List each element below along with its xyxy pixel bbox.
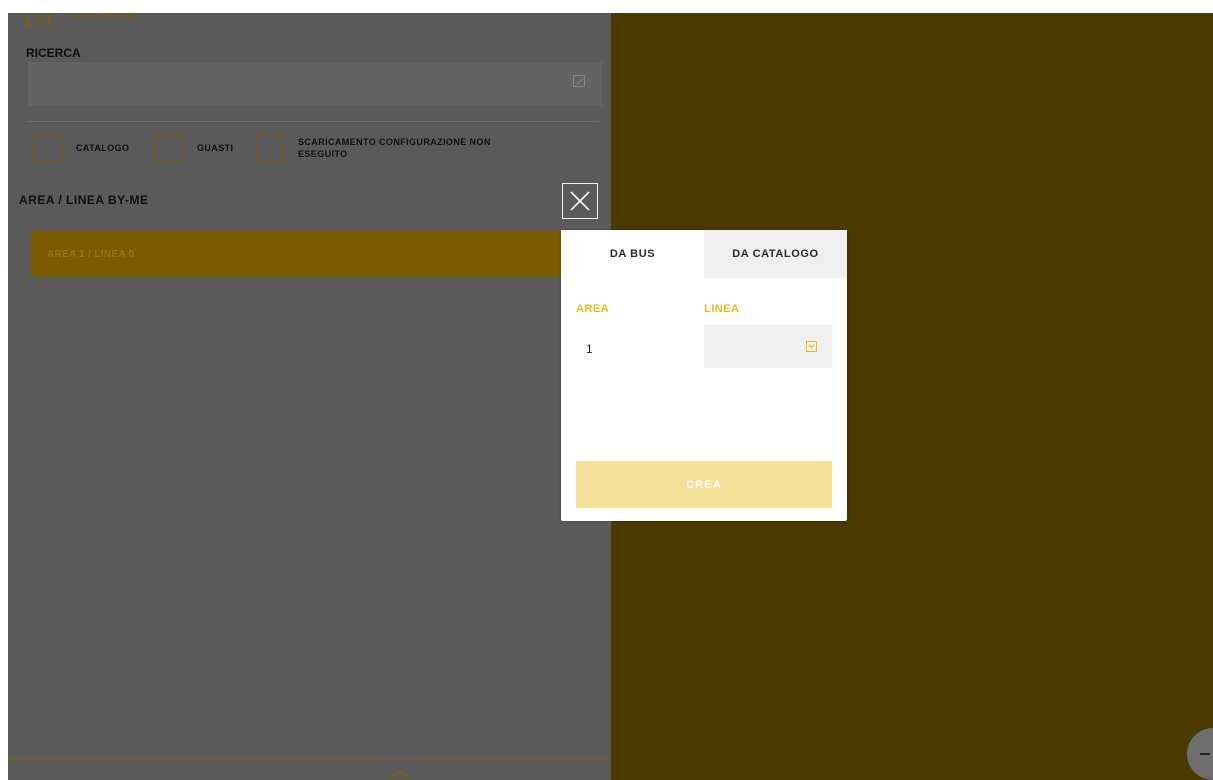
search-label: RICERCA: [26, 46, 81, 60]
house-name: CASA ROSSI: [70, 13, 135, 22]
filter-label-scaricamento: SCARICAMENTO CONFIGURAZIONE NON ESEGUITO: [298, 136, 491, 160]
house-location-icon: [26, 13, 50, 26]
filter-scaricamento[interactable]: SCARICAMENTO CONFIGURAZIONE NON ESEGUITO: [256, 134, 491, 162]
close-icon: [570, 191, 590, 211]
filter-catalogo[interactable]: CATALOGO: [34, 134, 129, 162]
close-button[interactable]: [562, 183, 598, 219]
bottom-divider: [8, 758, 611, 759]
section-title: AREA / LINEA BY-ME: [19, 193, 149, 207]
chevron-down-icon: [806, 341, 817, 352]
area-value: 1: [586, 342, 593, 356]
filter-label-catalogo: CATALOGO: [76, 143, 130, 153]
area-label: AREA: [576, 303, 610, 315]
list-item-label: AREA 1 / LINEA 0: [47, 248, 135, 260]
list-item[interactable]: AREA 1 / LINEA 0: [31, 231, 591, 277]
filter-label-line1: SCARICAMENTO CONFIGURAZIONE NON: [298, 137, 491, 147]
minus-icon: [1200, 753, 1210, 755]
linea-label: LINEA: [704, 303, 740, 315]
filter-checkbox[interactable]: [155, 134, 183, 162]
create-area-dialog: DA BUS DA CATALOGO AREA 1 LINEA CREA: [561, 230, 847, 521]
linea-select[interactable]: [704, 325, 832, 368]
tab-da-catalogo[interactable]: DA CATALOGO: [704, 230, 847, 278]
filter-label-guasti: GUASTI: [197, 143, 234, 153]
sidebar-panel: CASA ROSSI RICERCA CATALOGO GUASTI SCARI…: [8, 13, 611, 780]
tab-da-bus[interactable]: DA BUS: [561, 230, 704, 278]
filter-checkbox[interactable]: [34, 134, 62, 162]
filter-guasti[interactable]: GUASTI: [155, 134, 233, 162]
edit-icon[interactable]: [573, 75, 585, 87]
filter-label-line2: ESEGUITO: [298, 149, 348, 159]
filter-checkbox[interactable]: [256, 134, 284, 162]
top-strip: [0, 0, 1213, 13]
create-button[interactable]: CREA: [576, 461, 832, 508]
refresh-icon[interactable]: [391, 771, 407, 779]
search-input[interactable]: [28, 62, 602, 106]
divider: [26, 121, 599, 122]
